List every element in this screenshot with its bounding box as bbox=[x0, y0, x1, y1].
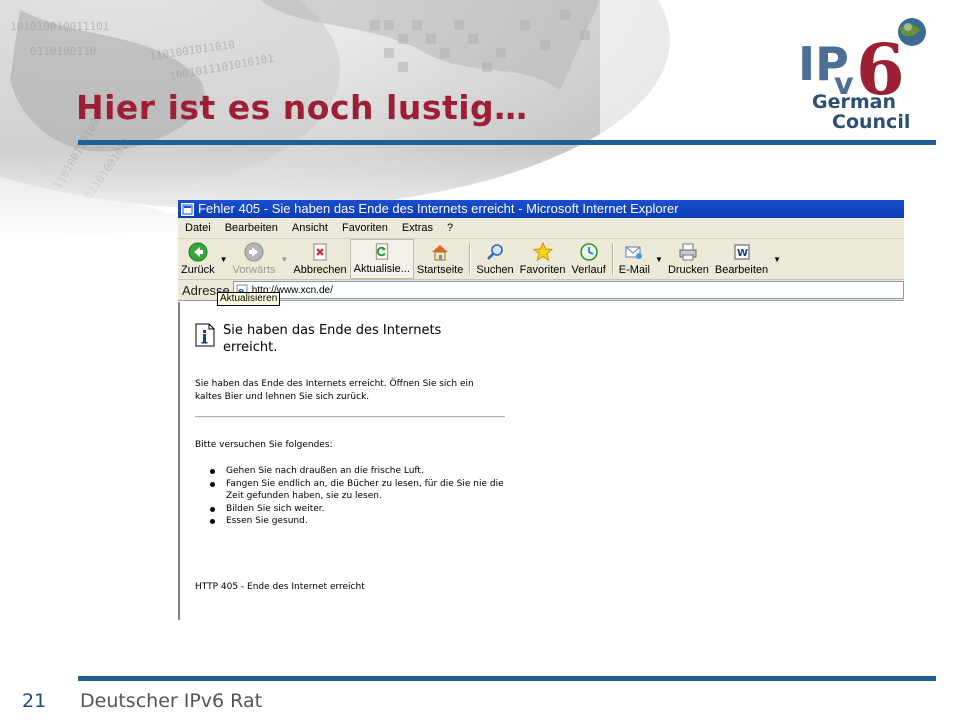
bullet-icon bbox=[210, 481, 215, 487]
svg-text:101010010011101: 101010010011101 bbox=[10, 20, 109, 33]
footer-text: Deutscher IPv6 Rat bbox=[80, 690, 263, 712]
search-icon bbox=[487, 244, 503, 260]
favorites-button[interactable]: Favoriten bbox=[517, 239, 569, 279]
error-description: Sie haben das Ende des Internets erreich… bbox=[195, 379, 474, 402]
refresh-label: Aktualisie... bbox=[353, 263, 410, 275]
suggestions-heading: Bitte versuchen Sie folgendes: bbox=[195, 440, 333, 450]
edit-dropdown-arrow-icon[interactable]: ▼ bbox=[771, 239, 783, 279]
footer-divider bbox=[78, 676, 936, 681]
suggestions-list: Gehen Sie nach draußen an die frische Lu… bbox=[208, 465, 508, 528]
address-bar: Adresse e http://www.xcn.de/ bbox=[178, 280, 904, 301]
list-item: Gehen Sie nach draußen an die frische Lu… bbox=[208, 465, 508, 478]
title-divider bbox=[78, 140, 936, 145]
back-dropdown-arrow-icon[interactable]: ▼ bbox=[218, 239, 230, 279]
list-item: Essen Sie gesund. bbox=[208, 515, 508, 528]
home-icon bbox=[432, 245, 449, 261]
menu-datei[interactable]: Datei bbox=[178, 222, 218, 234]
forward-dropdown-arrow-icon[interactable]: ▼ bbox=[278, 239, 290, 279]
mail-button[interactable]: E-Mail bbox=[616, 239, 653, 279]
content-divider bbox=[195, 416, 505, 418]
toolbar: Zurück ▼ Vorwärts ▼ Abbrechen Aktualisie… bbox=[178, 239, 904, 280]
favorites-label: Favoriten bbox=[519, 264, 566, 276]
menu-extras[interactable]: Extras bbox=[395, 222, 440, 234]
forward-button[interactable]: Vorwärts bbox=[230, 239, 279, 279]
window-titlebar[interactable]: Fehler 405 - Sie haben das Ende des Inte… bbox=[178, 200, 904, 218]
word-edit-icon: W bbox=[734, 244, 750, 260]
stop-button[interactable]: Abbrechen bbox=[290, 239, 349, 279]
edit-label: Bearbeiten bbox=[714, 264, 769, 276]
search-button[interactable]: Suchen bbox=[473, 239, 516, 279]
menu-bar: Datei Bearbeiten Ansicht Favoriten Extra… bbox=[178, 218, 904, 239]
page-content: Sie haben das Ende des Internets erreich… bbox=[178, 302, 904, 620]
toolbar-separator bbox=[469, 243, 471, 275]
list-item: Fangen Sie endlich an, die Bücher zu les… bbox=[208, 478, 508, 503]
home-button[interactable]: Startseite bbox=[414, 239, 466, 279]
page-number: 21 bbox=[22, 690, 47, 712]
bullet-icon bbox=[210, 469, 215, 474]
ie-window-icon bbox=[181, 202, 194, 216]
info-icon bbox=[195, 323, 215, 347]
refresh-tooltip: Aktualisieren bbox=[217, 292, 281, 306]
back-arrow-icon bbox=[188, 242, 208, 262]
mail-dropdown-arrow-icon[interactable]: ▼ bbox=[653, 239, 665, 279]
printer-icon bbox=[679, 243, 697, 261]
toolbar-separator bbox=[611, 243, 613, 275]
address-input[interactable]: e http://www.xcn.de/ bbox=[232, 281, 904, 299]
menu-favoriten[interactable]: Favoriten bbox=[335, 222, 395, 234]
window-title: Fehler 405 - Sie haben das Ende des Inte… bbox=[198, 201, 679, 216]
logo-german-text: German bbox=[812, 91, 896, 113]
home-label: Startseite bbox=[416, 264, 464, 276]
menu-bearbeiten[interactable]: Bearbeiten bbox=[218, 222, 285, 234]
mail-icon bbox=[625, 246, 643, 259]
history-label: Verlauf bbox=[571, 264, 606, 276]
suggestion-text: Essen Sie gesund. bbox=[226, 516, 308, 526]
refresh-button[interactable]: Aktualisie... bbox=[349, 239, 414, 279]
star-icon bbox=[532, 242, 553, 262]
mail-label: E-Mail bbox=[618, 264, 650, 276]
suggestion-text: Bilden Sie sich weiter. bbox=[226, 503, 325, 514]
logo-council-text: Council bbox=[832, 111, 910, 133]
edit-button[interactable]: W Bearbeiten bbox=[712, 239, 771, 279]
bullet-icon bbox=[210, 506, 215, 512]
ipv6-council-logo: IP v 6 German Council bbox=[796, 14, 936, 134]
history-icon bbox=[579, 243, 598, 261]
suggestion-text: Gehen Sie nach draußen an die frische Lu… bbox=[226, 466, 424, 476]
refresh-icon bbox=[375, 243, 388, 260]
suggestion-text: Fangen Sie endlich an, die Bücher zu les… bbox=[226, 478, 504, 502]
slide-title: Hier ist es noch lustig… bbox=[76, 88, 528, 127]
http-status-text: HTTP 405 - Ende des Internet erreicht bbox=[195, 582, 365, 592]
list-item: Bilden Sie sich weiter. bbox=[208, 503, 508, 516]
svg-text:0110100110: 0110100110 bbox=[30, 45, 96, 58]
search-label: Suchen bbox=[476, 264, 514, 276]
menu-help[interactable]: ? bbox=[440, 222, 460, 234]
stop-label: Abbrechen bbox=[293, 264, 347, 276]
bullet-icon bbox=[210, 519, 215, 524]
print-button[interactable]: Drucken bbox=[665, 239, 712, 279]
back-label: Zurück bbox=[181, 264, 215, 276]
history-button[interactable]: Verlauf bbox=[569, 239, 609, 279]
error-heading: Sie haben das Ende des Internets erreich… bbox=[223, 323, 442, 355]
menu-ansicht[interactable]: Ansicht bbox=[285, 222, 335, 234]
browser-window: Fehler 405 - Sie haben das Ende des Inte… bbox=[178, 200, 904, 620]
svg-text:W: W bbox=[737, 248, 748, 259]
forward-arrow-icon bbox=[244, 242, 264, 262]
forward-label: Vorwärts bbox=[232, 264, 276, 276]
stop-icon bbox=[313, 243, 327, 261]
print-label: Drucken bbox=[667, 264, 709, 276]
back-button[interactable]: Zurück bbox=[178, 239, 218, 279]
